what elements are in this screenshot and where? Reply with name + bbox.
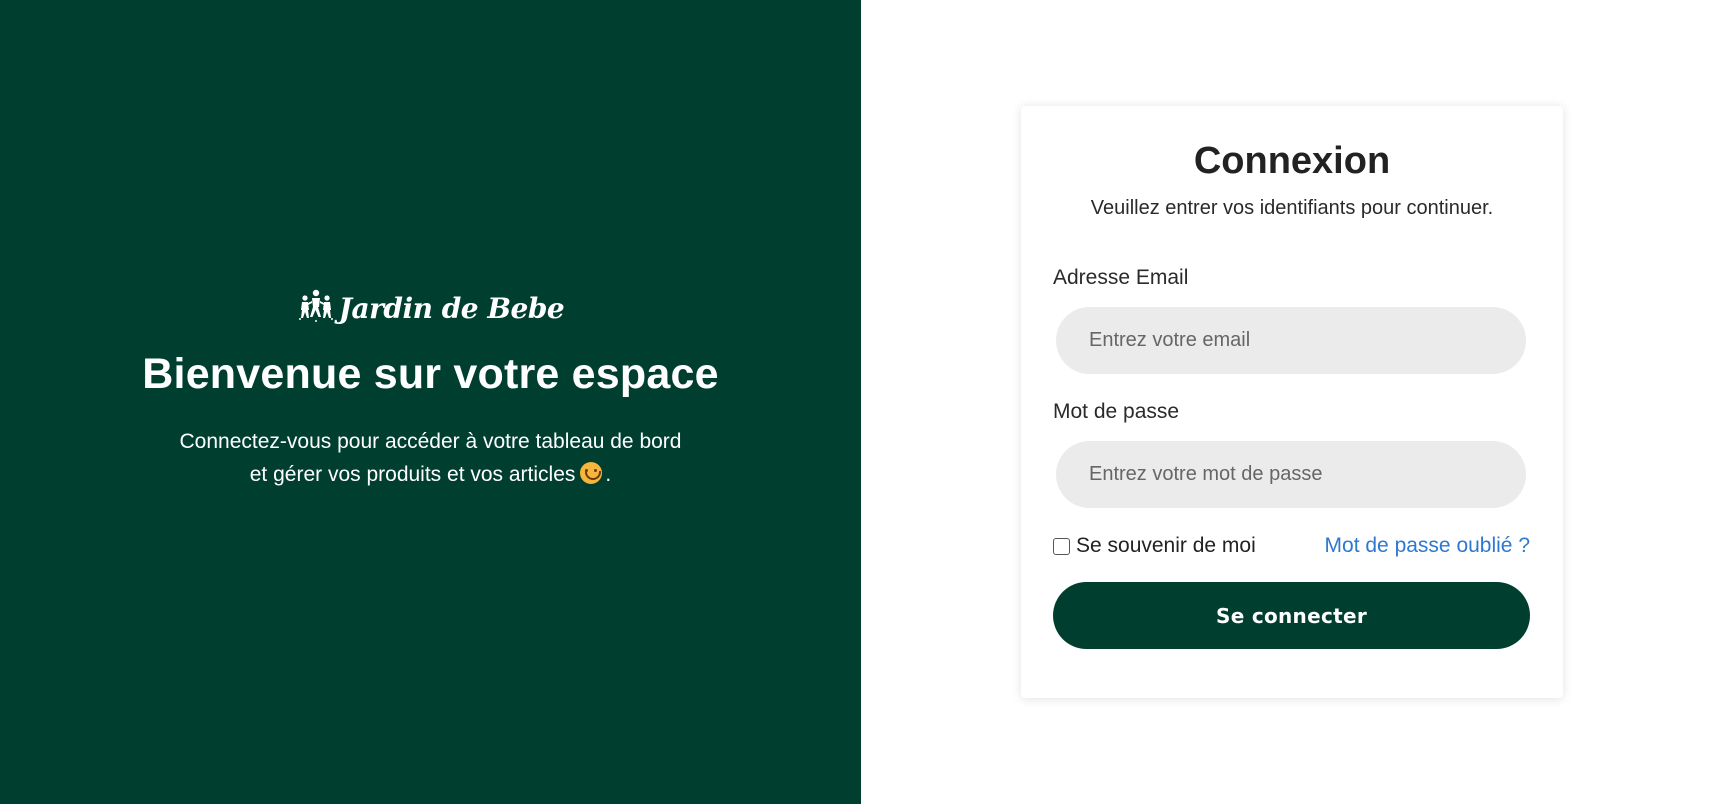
brand-name: Jardin de Bebe: [338, 291, 565, 325]
login-panel: Connexion Veuillez entrer vos identifian…: [861, 0, 1722, 804]
remember-me-label: Se souvenir de moi: [1076, 534, 1256, 557]
forgot-password-link[interactable]: Mot de passe oublié ?: [1325, 534, 1530, 558]
login-card: Connexion Veuillez entrer vos identifian…: [1021, 106, 1563, 698]
welcome-line-1: Connectez-vous pour accéder à votre tabl…: [179, 430, 682, 453]
family-icon: [297, 288, 335, 329]
welcome-subtitle: Connectez-vous pour accéder à votre tabl…: [151, 425, 711, 491]
email-label: Adresse Email: [1053, 266, 1189, 289]
welcome-title: Bienvenue sur votre espace: [142, 350, 719, 398]
remember-me-checkbox[interactable]: [1053, 537, 1070, 555]
email-field[interactable]: [1056, 307, 1526, 374]
login-title: Connexion: [1193, 140, 1391, 182]
smiling-face-icon: [580, 462, 603, 484]
welcome-line-2-end: .: [605, 463, 612, 486]
remember-me[interactable]: Se souvenir de moi: [1053, 534, 1256, 558]
password-field[interactable]: [1056, 441, 1526, 508]
brand-logo: Jardin de Bebe: [297, 286, 565, 330]
welcome-line-2: et gérer vos produits et vos articles: [249, 463, 576, 486]
login-subtitle: Veuillez entrer vos identifiants pour co…: [1090, 197, 1494, 219]
login-button[interactable]: Se connecter: [1053, 582, 1530, 649]
password-label: Mot de passe: [1053, 400, 1180, 423]
login-options: Se souvenir de moi Mot de passe oublié ?: [1053, 534, 1530, 558]
welcome-panel: Jardin de Bebe Bienvenue sur votre espac…: [0, 0, 861, 804]
